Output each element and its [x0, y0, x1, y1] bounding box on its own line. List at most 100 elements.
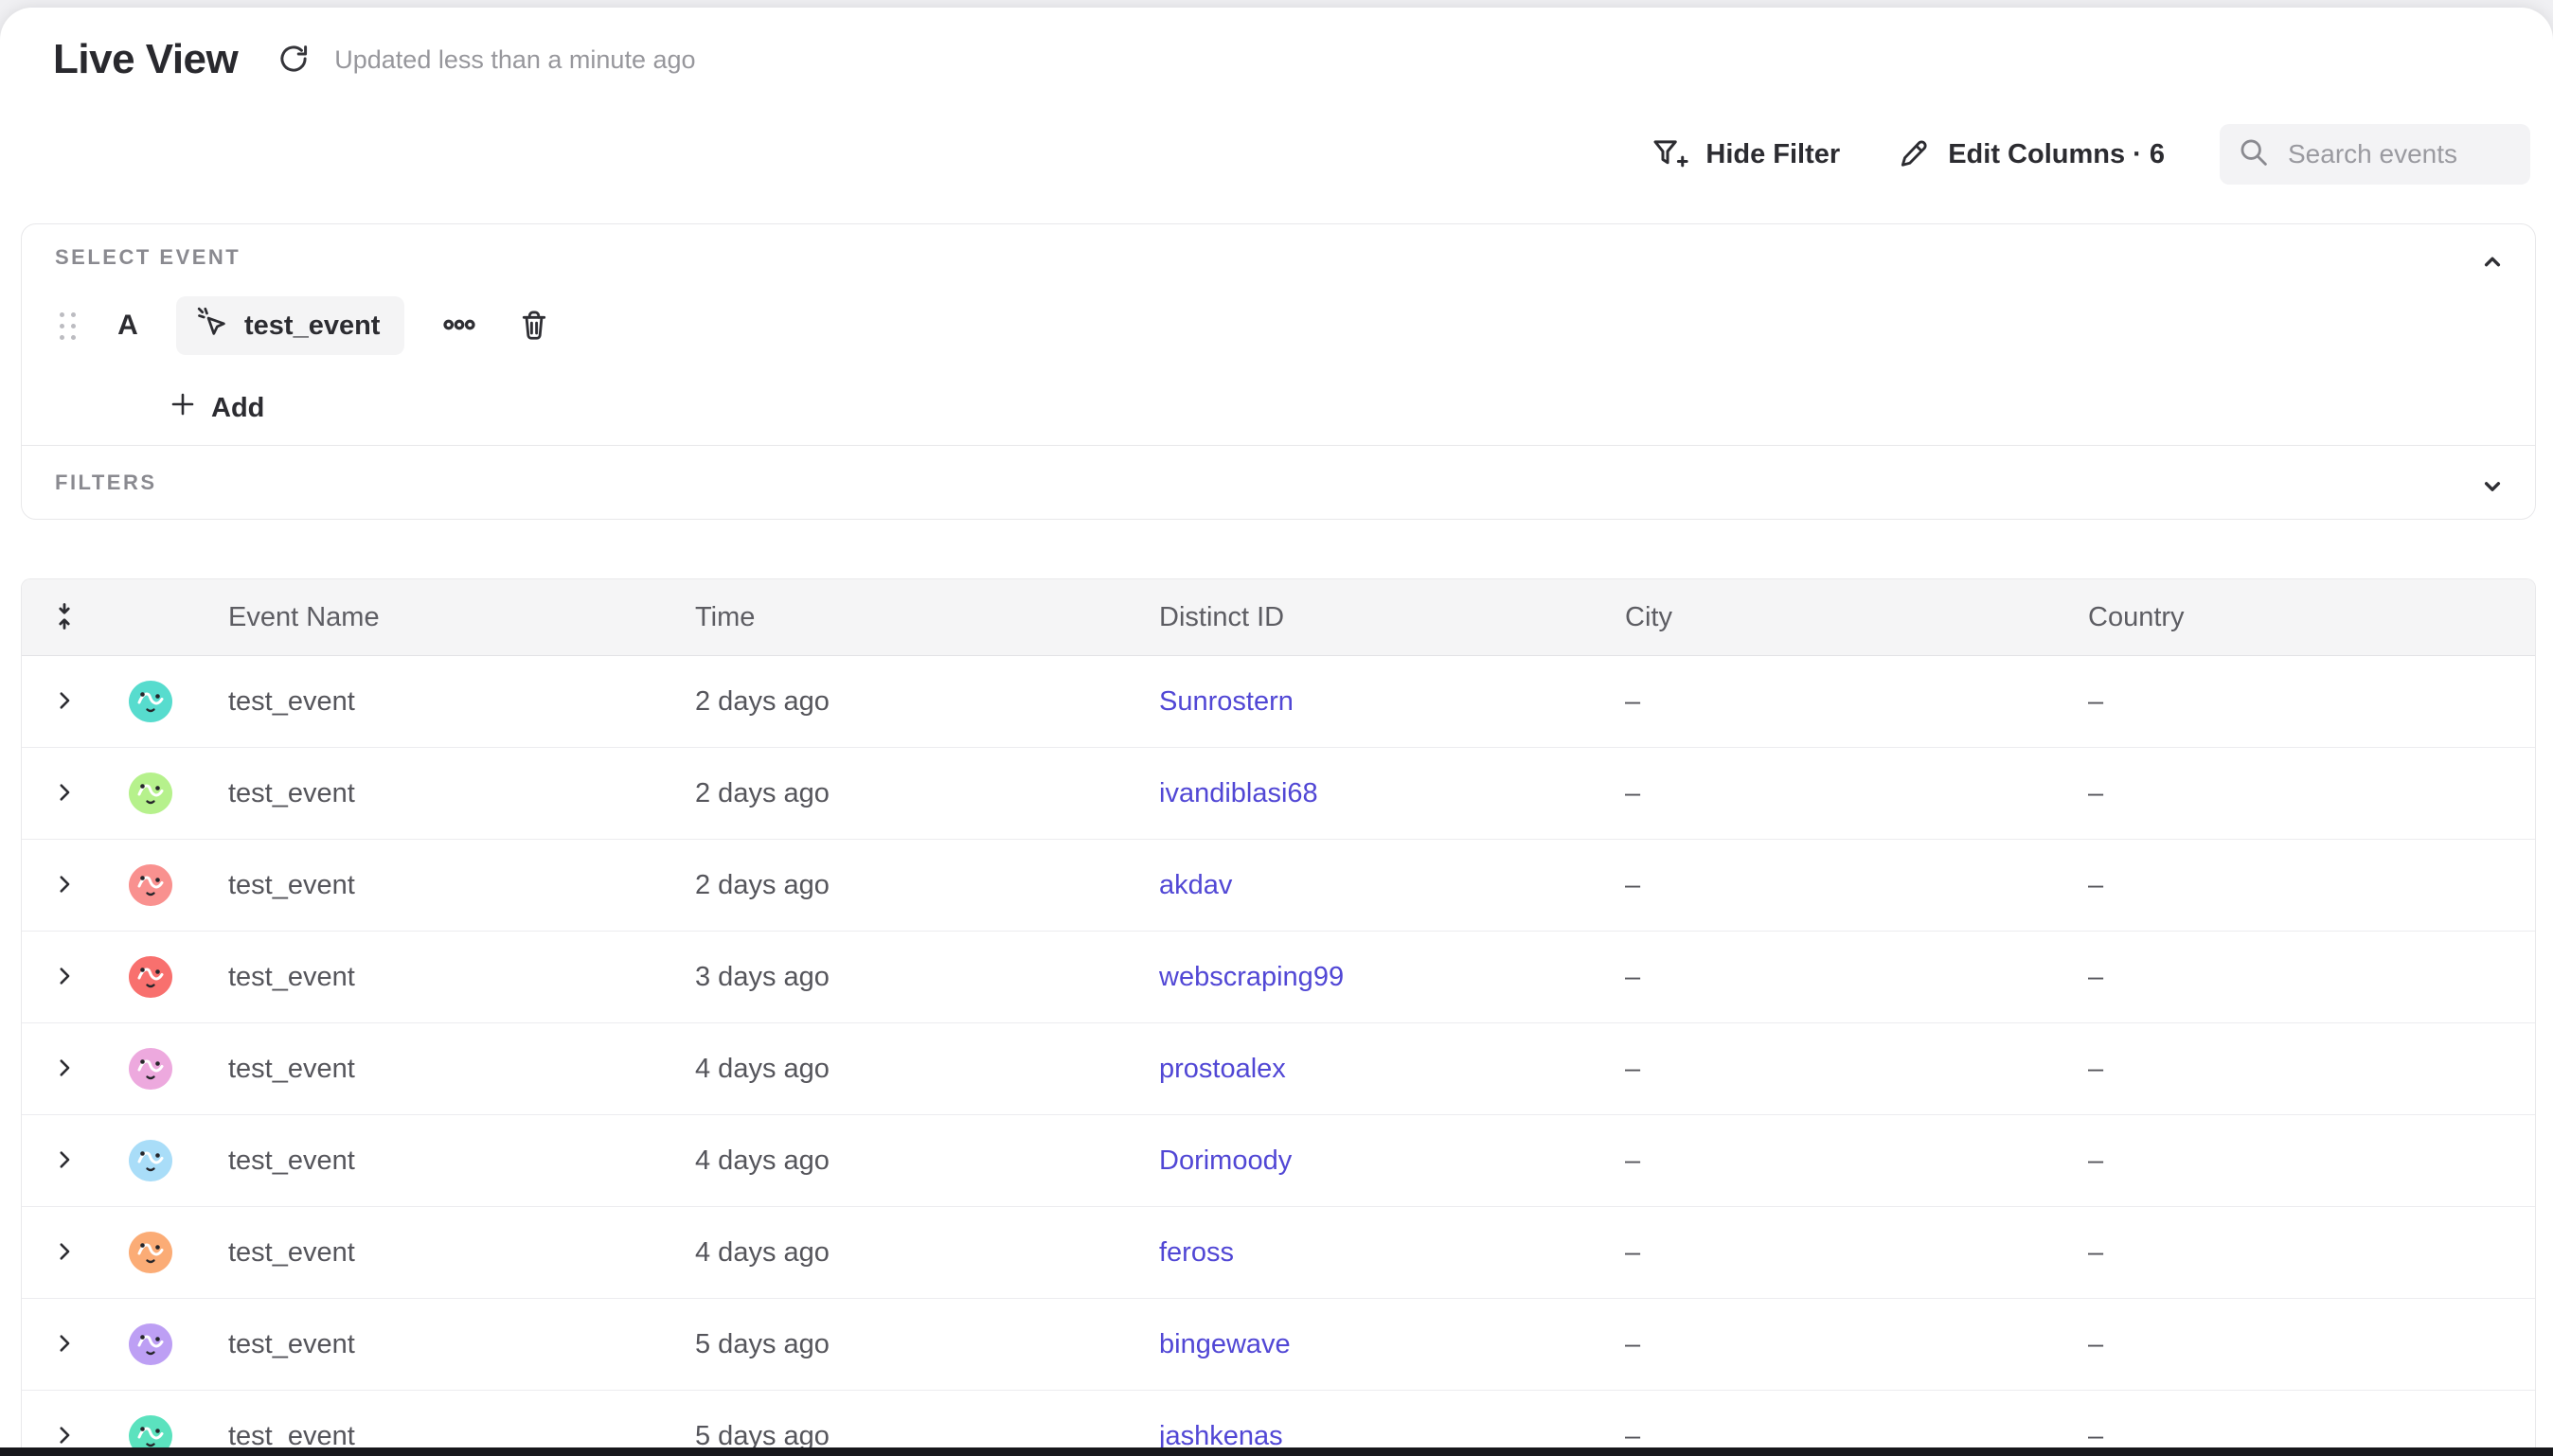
city-cell: –: [1591, 870, 2054, 901]
expand-row-button[interactable]: [52, 1331, 77, 1358]
avatar-face: [127, 1138, 174, 1183]
distinct-id-link[interactable]: webscraping99: [1159, 962, 1344, 992]
column-header-event-name[interactable]: Event Name: [194, 602, 661, 633]
event-name-cell: test_event: [194, 962, 661, 993]
query-builder-panel: SELECT EVENT A: [21, 223, 2536, 520]
collapse-section-button[interactable]: [2473, 241, 2512, 284]
main-content-card: Live View Updated less than a minute ago: [0, 8, 2553, 1456]
user-avatar: [107, 1230, 194, 1275]
country-cell: –: [2054, 1329, 2535, 1360]
event-name-cell: test_event: [194, 778, 661, 809]
refresh-button[interactable]: [276, 41, 313, 79]
user-avatar: [107, 679, 194, 724]
edit-columns-button[interactable]: Edit Columns · 6: [1895, 136, 2165, 172]
toolbar: Hide Filter Edit Columns · 6: [1651, 123, 2530, 186]
filters-label: FILTERS: [55, 471, 157, 495]
chevron-right-icon: [52, 780, 77, 808]
city-cell: –: [1591, 686, 2054, 718]
distinct-id-link[interactable]: jashkenas: [1159, 1421, 1283, 1451]
expand-row-button[interactable]: [52, 872, 77, 899]
column-header-time[interactable]: Time: [661, 602, 1125, 633]
distinct-id-link[interactable]: feross: [1159, 1237, 1234, 1268]
trash-icon: [516, 307, 552, 346]
collapse-all-rows-button[interactable]: [49, 601, 80, 634]
table-row[interactable]: test_event 2 days ago Sunrostern – –: [22, 656, 2535, 747]
country-cell: –: [2054, 1145, 2535, 1177]
events-table: Event Name Time Distinct ID City Country: [21, 578, 2536, 1456]
hide-filter-label: Hide Filter: [1705, 139, 1840, 170]
city-cell: –: [1591, 1145, 2054, 1177]
expand-row-button[interactable]: [52, 780, 77, 808]
time-cell: 5 days ago: [661, 1329, 1125, 1360]
page-title: Live View: [53, 36, 238, 83]
event-name-cell: test_event: [194, 870, 661, 901]
expand-row-button[interactable]: [52, 1056, 77, 1083]
hide-filter-button[interactable]: Hide Filter: [1651, 135, 1840, 173]
expand-row-button[interactable]: [52, 1423, 77, 1450]
expand-row-button[interactable]: [52, 1239, 77, 1267]
column-header-city[interactable]: City: [1591, 602, 2054, 633]
column-header-distinct-id[interactable]: Distinct ID: [1125, 602, 1591, 633]
delete-event-button[interactable]: [516, 307, 552, 346]
search-events-input[interactable]: [2286, 138, 2513, 170]
distinct-id-link[interactable]: ivandiblasi68: [1159, 778, 1318, 808]
event-name-cell: test_event: [194, 1054, 661, 1085]
expand-filters-button[interactable]: [2473, 467, 2512, 509]
event-more-options-button[interactable]: [440, 306, 478, 346]
filter-funnel-icon: [1651, 135, 1688, 173]
selected-event-name: test_event: [244, 311, 380, 342]
add-event-button[interactable]: Add: [160, 383, 272, 433]
more-options-icon: [440, 306, 478, 346]
drag-handle-icon[interactable]: [60, 312, 76, 340]
live-view-page: Live View Updated less than a minute ago: [0, 0, 2553, 1456]
chevron-right-icon: [52, 1331, 77, 1358]
expand-row-button[interactable]: [52, 964, 77, 991]
filters-section: FILTERS: [22, 445, 2535, 519]
user-avatar: [107, 954, 194, 1000]
user-avatar: [107, 771, 194, 816]
table-row[interactable]: test_event 4 days ago prostoalex – –: [22, 1022, 2535, 1114]
user-avatar: [107, 862, 194, 908]
expand-row-button[interactable]: [52, 688, 77, 716]
distinct-id-link[interactable]: Dorimoody: [1159, 1145, 1292, 1176]
time-cell: 2 days ago: [661, 686, 1125, 718]
time-cell: 4 days ago: [661, 1145, 1125, 1177]
table-row[interactable]: test_event 2 days ago akdav – –: [22, 839, 2535, 931]
user-avatar: [107, 1046, 194, 1092]
country-cell: –: [2054, 778, 2535, 809]
table-row[interactable]: test_event 2 days ago ivandiblasi68 – –: [22, 747, 2535, 839]
event-row-letter: A: [114, 310, 142, 342]
table-row[interactable]: test_event 5 days ago bingewave – –: [22, 1298, 2535, 1390]
distinct-id-link[interactable]: akdav: [1159, 870, 1232, 900]
avatar-face: [127, 679, 174, 724]
table-row[interactable]: test_event 5 days ago jashkenas – –: [22, 1390, 2535, 1456]
search-events-box[interactable]: [2220, 124, 2530, 185]
table-body: test_event 2 days ago Sunrostern – – tes…: [22, 656, 2535, 1456]
chevron-up-icon: [2476, 266, 2508, 280]
city-cell: –: [1591, 1054, 2054, 1085]
distinct-id-link[interactable]: prostoalex: [1159, 1054, 1286, 1084]
chevron-down-icon: [2476, 491, 2508, 506]
refresh-icon: [276, 41, 312, 80]
table-row[interactable]: test_event 4 days ago feross – –: [22, 1206, 2535, 1298]
chevron-right-icon: [52, 688, 77, 716]
pencil-icon: [1895, 136, 1931, 172]
user-avatar: [107, 1322, 194, 1367]
page-header: Live View Updated less than a minute ago: [19, 36, 696, 83]
city-cell: –: [1591, 1237, 2054, 1269]
table-row[interactable]: test_event 3 days ago webscraping99 – –: [22, 931, 2535, 1022]
country-cell: –: [2054, 1054, 2535, 1085]
avatar-face: [127, 771, 174, 816]
country-cell: –: [2054, 962, 2535, 993]
distinct-id-link[interactable]: bingewave: [1159, 1329, 1291, 1359]
table-row[interactable]: test_event 4 days ago Dorimoody – –: [22, 1114, 2535, 1206]
distinct-id-link[interactable]: Sunrostern: [1159, 686, 1294, 717]
column-header-country[interactable]: Country: [2054, 602, 2535, 633]
table-header: Event Name Time Distinct ID City Country: [22, 579, 2535, 656]
event-selector-button[interactable]: test_event: [176, 296, 404, 355]
chevron-right-icon: [52, 1147, 77, 1175]
avatar-face: [127, 1046, 174, 1092]
chevron-right-icon: [52, 964, 77, 991]
city-cell: –: [1591, 1329, 2054, 1360]
expand-row-button[interactable]: [52, 1147, 77, 1175]
